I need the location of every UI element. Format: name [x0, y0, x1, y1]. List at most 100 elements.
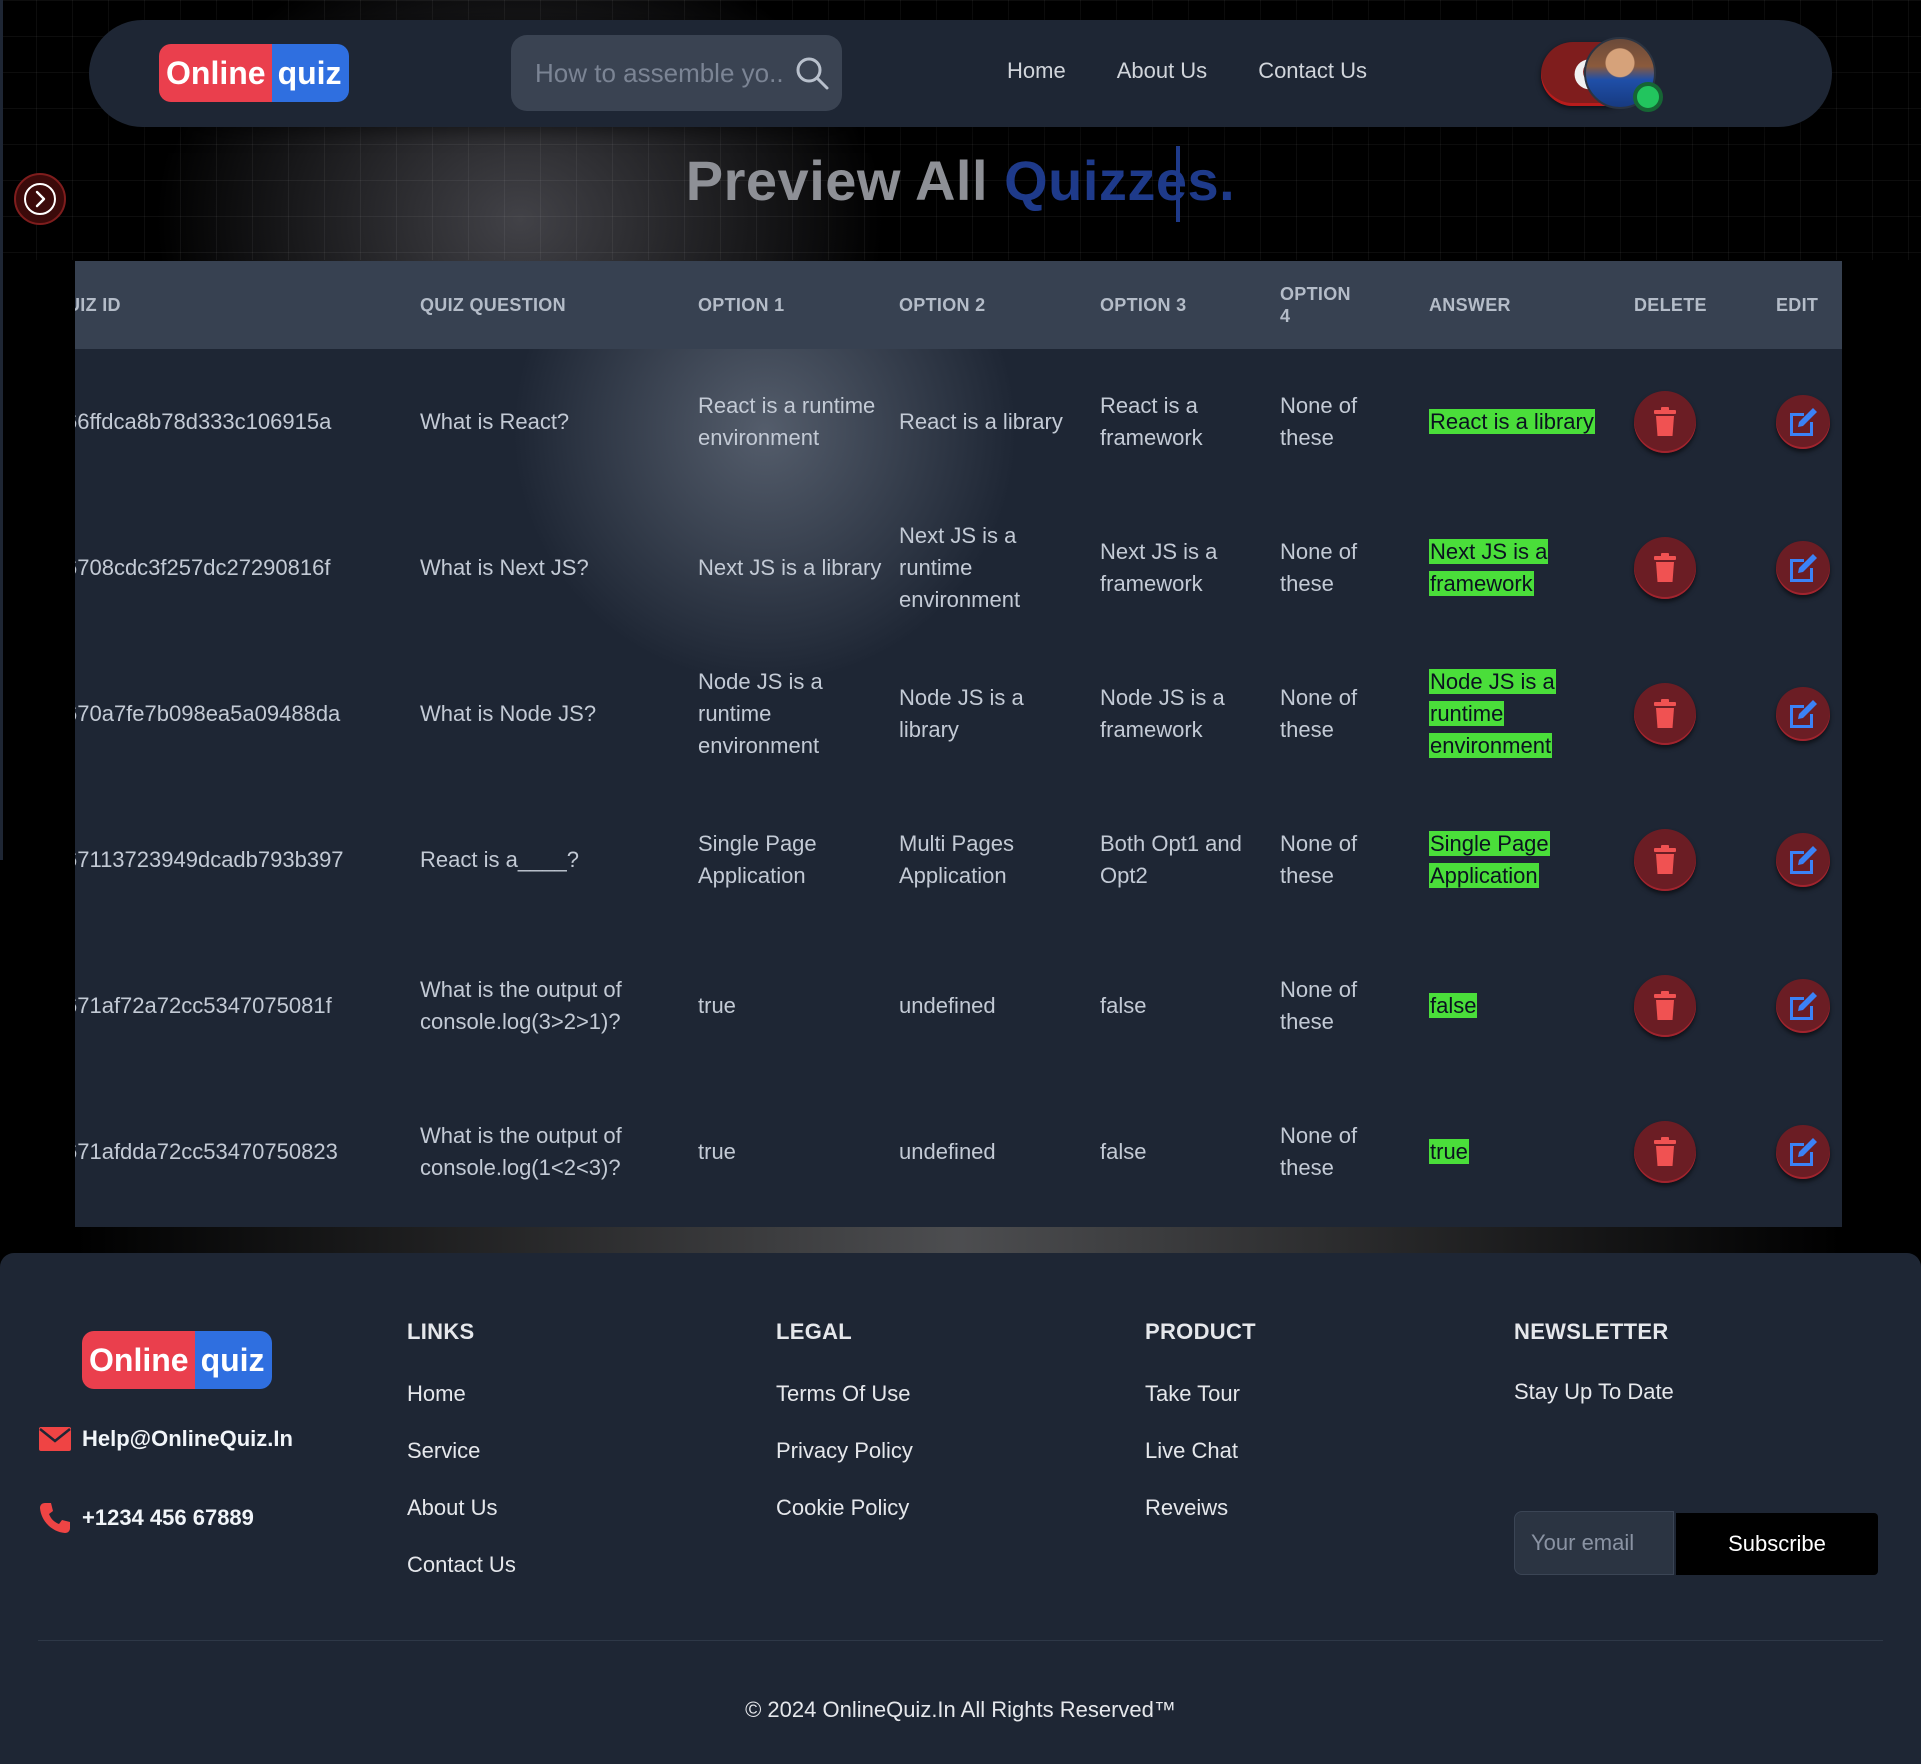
subscribe-button[interactable]: Subscribe: [1676, 1513, 1878, 1575]
delete-button[interactable]: [1634, 391, 1696, 453]
cell-option4: None of these: [1280, 977, 1358, 1034]
cell-delete: [1634, 641, 1776, 787]
cell-quiz-id: 671af72a72cc5347075081f: [75, 993, 332, 1018]
cell-option4: None of these: [1280, 685, 1358, 742]
cell-delete: [1634, 933, 1776, 1079]
delete-button[interactable]: [1634, 829, 1696, 891]
newsletter-email-input[interactable]: [1514, 1511, 1674, 1575]
footer-link-service[interactable]: Service: [407, 1436, 516, 1493]
table-bottom-shadow: [75, 1227, 1842, 1253]
cell-question: What is Next JS?: [420, 555, 589, 580]
nav-link-contact[interactable]: Contact Us: [1258, 58, 1367, 84]
answer-highlight: true: [1429, 1139, 1469, 1164]
answer-highlight: React is a library: [1429, 409, 1595, 434]
cell-option4: None of these: [1280, 831, 1358, 888]
edit-button[interactable]: [1776, 395, 1830, 449]
page-title-part1: Preview All: [685, 149, 988, 212]
col-header-option1: OPTION 1: [698, 295, 785, 315]
cell-answer: React is a library: [1429, 349, 1634, 495]
footer-link-chat[interactable]: Live Chat: [1145, 1436, 1256, 1493]
cell-edit: [1776, 495, 1842, 641]
cell-option2: Next JS is a runtime environment: [899, 523, 1021, 612]
cell-option3: Next JS is a framework: [1100, 539, 1218, 596]
cell-question: What is React?: [420, 409, 570, 434]
edit-button[interactable]: [1776, 541, 1830, 595]
delete-button[interactable]: [1634, 537, 1696, 599]
nav-link-home[interactable]: Home: [1007, 58, 1066, 84]
cell-question: What is Node JS?: [420, 701, 597, 726]
answer-highlight: Node JS is a runtime environment: [1429, 669, 1556, 758]
cell-option1: React is a runtime environment: [698, 393, 876, 450]
search-input[interactable]: [535, 53, 785, 93]
cell-quiz-id: 671afdda72cc53470750823: [75, 1139, 338, 1164]
cell-option1: Node JS is a runtime environment: [698, 669, 823, 758]
cell-option3: false: [1100, 993, 1147, 1018]
footer-logo[interactable]: Online quiz: [82, 1331, 272, 1389]
edit-button[interactable]: [1776, 687, 1830, 741]
mail-icon: [39, 1427, 71, 1451]
footer-link-about[interactable]: About Us: [407, 1493, 516, 1550]
footer-link-reviews[interactable]: Reveiws: [1145, 1493, 1256, 1550]
search-icon[interactable]: [793, 54, 831, 92]
cell-quiz-id: 670a7fe7b098ea5a09488da: [75, 701, 341, 726]
page: Online quiz Home About Us Contact Us: [0, 0, 1921, 1764]
cell-answer: Node JS is a runtime environment: [1429, 641, 1634, 787]
footer-link-contact[interactable]: Contact Us: [407, 1550, 516, 1607]
col-header-option3: OPTION 3: [1100, 295, 1187, 315]
cell-answer: Single Page Application: [1429, 787, 1634, 933]
cell-delete: [1634, 349, 1776, 495]
edit-button[interactable]: [1776, 1125, 1830, 1179]
col-header-answer: ANSWER: [1429, 295, 1511, 315]
edit-icon: [1790, 408, 1817, 436]
col-header-delete: DELETE: [1634, 295, 1707, 315]
cell-option2: Node JS is a library: [899, 685, 1024, 742]
answer-highlight: Next JS is a framework: [1429, 539, 1549, 596]
edit-icon: [1790, 992, 1817, 1020]
delete-button[interactable]: [1634, 975, 1696, 1037]
col-header-option4: OPTION 4: [1280, 284, 1351, 326]
footer-link-privacy[interactable]: Privacy Policy: [776, 1436, 913, 1493]
quiz-table-container[interactable]: uiz ID QUIZ QUESTION OPTION 1 OPTION 2 O…: [75, 261, 1842, 1227]
footer-email[interactable]: Help@OnlineQuiz.In: [38, 1425, 293, 1453]
delete-button[interactable]: [1634, 683, 1696, 745]
footer-link-terms[interactable]: Terms Of Use: [776, 1379, 913, 1436]
footer-phone-text: +1234 456 67889: [82, 1505, 254, 1530]
footer-link-home[interactable]: Home: [407, 1379, 516, 1436]
cell-option1: true: [698, 993, 736, 1018]
footer-phone[interactable]: +1234 456 67889: [38, 1501, 254, 1535]
cell-option1: true: [698, 1139, 736, 1164]
cell-option3: Both Opt1 and Opt2: [1100, 831, 1242, 888]
phone-icon: [40, 1503, 70, 1533]
edit-icon: [1790, 700, 1817, 728]
footer-link-cookie[interactable]: Cookie Policy: [776, 1493, 913, 1550]
site-logo[interactable]: Online quiz: [159, 44, 349, 102]
cell-delete: [1634, 787, 1776, 933]
online-status-dot: [1633, 82, 1663, 112]
delete-button[interactable]: [1634, 1121, 1696, 1183]
trash-icon: [1654, 991, 1676, 1020]
table-header-row: uiz ID QUIZ QUESTION OPTION 1 OPTION 2 O…: [75, 261, 1842, 349]
page-title: Preview All Quizzes.: [0, 148, 1921, 213]
cell-delete: [1634, 495, 1776, 641]
cell-option2: Multi Pages Application: [899, 831, 1014, 888]
col-header-edit: EDIT: [1776, 295, 1819, 315]
cell-option3: Node JS is a framework: [1100, 685, 1225, 742]
answer-highlight: false: [1429, 993, 1478, 1018]
nav-link-about[interactable]: About Us: [1117, 58, 1208, 84]
cell-question: What is the output of console.log(3>2>1)…: [420, 977, 622, 1034]
cell-option4: None of these: [1280, 393, 1358, 450]
table-row: 66ffdca8b78d333c106915a What is React? Rea…: [75, 349, 1842, 495]
table-row: 671af72a72cc5347075081f What is the outpu…: [75, 933, 1842, 1079]
footer-product-heading: PRODUCT: [1145, 1319, 1256, 1344]
cell-answer: Next JS is a framework: [1429, 495, 1634, 641]
cell-quiz-id: 66ffdca8b78d333c106915a: [75, 409, 332, 434]
edit-icon: [1790, 554, 1817, 582]
footer-link-tour[interactable]: Take Tour: [1145, 1379, 1256, 1436]
cell-edit: [1776, 787, 1842, 933]
cell-option2: undefined: [899, 993, 996, 1018]
edit-icon: [1790, 1138, 1817, 1166]
edit-button[interactable]: [1776, 979, 1830, 1033]
cell-option4: None of these: [1280, 539, 1358, 596]
logo-part-quiz: quiz: [271, 44, 349, 102]
edit-button[interactable]: [1776, 833, 1830, 887]
